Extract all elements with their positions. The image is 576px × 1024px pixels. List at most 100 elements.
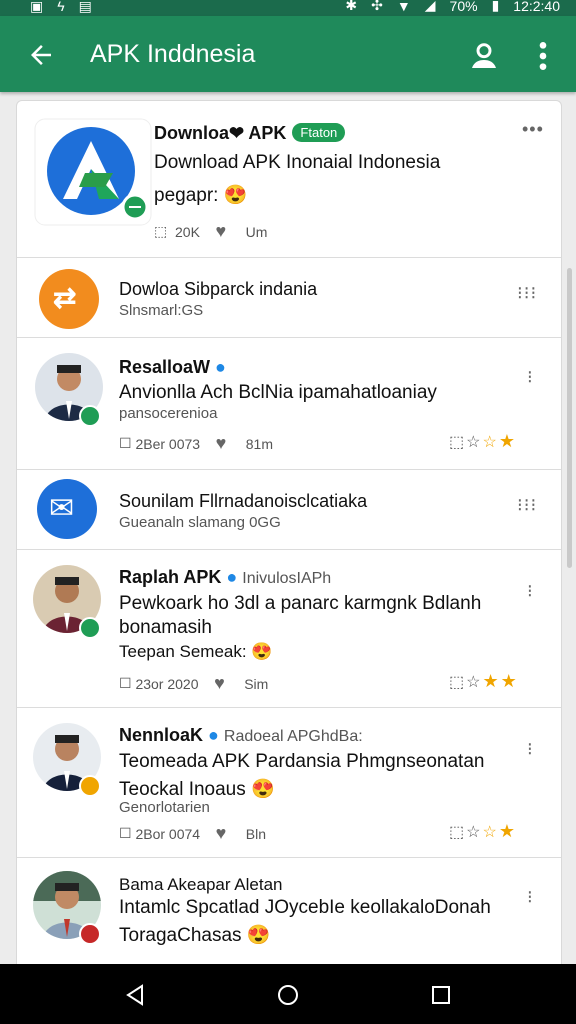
system-nav-bar <box>0 964 576 1024</box>
list-item[interactable]: ✉ Sounilam Fllrnadanoisclcatiaka Gueanal… <box>17 469 561 550</box>
vibrate-icon: ✣ <box>371 0 383 13</box>
more-icon[interactable]: ⁝ <box>527 367 534 388</box>
more-vert-icon[interactable] <box>534 40 552 72</box>
more-grid-icon[interactable]: ⁝⁝⁝ <box>517 495 537 516</box>
item-subtitle: Genorlotarien <box>119 799 210 816</box>
notification-icon: ▣ <box>30 0 44 14</box>
item-text-2: bonamasih <box>119 617 212 638</box>
like-icon[interactable]: ⬚ <box>154 223 167 240</box>
item-meta: ⬚ 20K ♥ Um <box>154 221 268 242</box>
mail-icon: ✉ <box>49 492 75 525</box>
more-icon[interactable]: ⁝ <box>527 887 534 908</box>
online-badge <box>79 617 101 639</box>
item-text: Intamlc Spcatlad JOycebIe keollakaloDona… <box>119 897 491 918</box>
item-handle: Radoeal APGhdBa: <box>223 728 363 745</box>
emoji-icon: 😍 <box>246 925 271 946</box>
star-icon[interactable]: ☆ <box>466 432 480 452</box>
item-author: Raplah APK ● InivulosIAPh <box>119 567 332 587</box>
status-badge <box>79 923 101 945</box>
item-handle: InivulosIAPh <box>242 570 332 587</box>
comment-icon[interactable]: ☐ <box>119 675 132 692</box>
bluetooth-icon: ✱ <box>345 0 358 13</box>
item-text: Anvionlla Ach BclNia ipamahatloaniay <box>119 382 437 403</box>
item-text-3: Teepan Semeak: 😍 <box>119 642 273 661</box>
item-text: Pewkoark ho 3dl a panarc karmgnk Bdlanh <box>119 593 482 614</box>
station-badge: Ftaton <box>292 123 346 142</box>
bookmark-icon[interactable]: ⬚ <box>449 672 464 692</box>
more-grid-icon[interactable]: ⁝⁝⁝ <box>517 283 537 304</box>
item-author: ResalloaW ● <box>119 357 226 377</box>
account-icon[interactable] <box>468 40 500 72</box>
list-item[interactable]: Bama Akeapar Aletan Intamlc Spcatlad JOy… <box>17 857 561 965</box>
status-bar: ▣ ϟ ▤ ✱ ✣ ▼ ◢ 70% ▮ 12:2:40 <box>0 0 576 16</box>
item-text: Teomeada APK Pardansia Phmgnseonatan <box>119 751 485 772</box>
nav-home-icon[interactable] <box>277 984 299 1006</box>
star-icon[interactable]: ★ <box>499 821 515 842</box>
emoji-icon: 😍 <box>251 642 273 661</box>
refresh-icon: ⇄ <box>53 282 77 313</box>
verified-icon: ● <box>208 725 219 745</box>
emoji-icon: 😍 <box>251 779 275 800</box>
item-text-2: ToragaChasas 😍 <box>119 925 271 946</box>
app-bar: APK Inddnesia <box>0 16 576 92</box>
back-arrow-icon[interactable] <box>26 40 56 70</box>
star-icon[interactable]: ★ <box>482 671 498 692</box>
star-icon[interactable]: ☆ <box>482 432 496 452</box>
item-title: Sounilam Fllrnadanoisclcatiaka <box>119 491 368 511</box>
star-icon[interactable]: ☆ <box>482 822 496 842</box>
app-title: APK Inddnesia <box>90 40 256 68</box>
item-title: Dowloa Sibparck indania <box>119 279 318 299</box>
star-icon[interactable]: ☆ <box>466 672 480 692</box>
feed-list: Downloa❤ APK Ftaton Download APK Inonaial… <box>16 100 562 966</box>
star-icon[interactable]: ★ <box>501 671 517 692</box>
bookmark-icon[interactable]: ⬚ <box>449 432 464 452</box>
list-item[interactable]: ResalloaW ● Anvionlla Ach BclNia ipamaha… <box>17 337 561 470</box>
heart-icon[interactable]: ♥ <box>216 823 227 844</box>
heart-icon[interactable]: ♥ <box>216 433 227 454</box>
star-icon[interactable]: ☆ <box>466 822 480 842</box>
item-meta: ☐ 23or 2020 ♥ Sim <box>119 673 269 694</box>
rating[interactable]: ⬚ ☆ ☆ ★ <box>449 821 515 842</box>
rating[interactable]: ⬚ ☆ ☆ ★ <box>449 431 515 452</box>
list-item[interactable]: Downloa❤ APK Ftaton Download APK Inonaial… <box>17 101 561 258</box>
heart-icon[interactable]: ♥ <box>214 673 225 694</box>
comment-icon[interactable]: ☐ <box>119 825 132 842</box>
item-subtitle: Gueanaln slamang 0GG <box>119 514 281 531</box>
item-text-2: Teockal Inoaus 😍 <box>119 779 275 800</box>
wifi-icon: ▼ <box>396 0 411 14</box>
more-horiz-icon[interactable]: ••• <box>522 119 544 140</box>
item-subtitle: pansocerenioa <box>119 405 218 422</box>
battery-percent: 70% <box>449 0 478 14</box>
item-text: Download APK Inonaial Indonesia <box>154 152 441 173</box>
item-meta: ☐ 2Ber 0073 ♥ 81m <box>119 433 273 454</box>
more-icon[interactable]: ⁝ <box>527 739 534 760</box>
app-icon: ✉ <box>37 479 97 539</box>
item-author: Bama Akeapar Aletan <box>119 875 283 894</box>
nav-back-icon[interactable] <box>124 984 146 1006</box>
rating[interactable]: ⬚ ☆ ★ ★ <box>449 671 517 692</box>
nav-recents-icon[interactable] <box>431 985 451 1005</box>
list-item[interactable]: ⇄ Dowloa Sibparck indania Slnsmarl:GS ⁝⁝… <box>17 257 561 338</box>
list-item[interactable]: NennloaK ● Radoeal APGhdBa: Teomeada APK… <box>17 707 561 858</box>
scrollbar[interactable] <box>567 268 572 568</box>
verified-icon: ● <box>226 567 238 587</box>
emoji-icon: 😍 <box>223 185 248 206</box>
item-text-2: pegapr: 😍 <box>154 185 248 206</box>
star-icon[interactable]: ★ <box>499 431 515 452</box>
app-icon: ⇄ <box>39 269 99 329</box>
image-icon: ▤ <box>78 0 92 14</box>
battery-icon: ▮ <box>491 0 500 13</box>
clock: 12:2:40 <box>513 0 560 14</box>
sync-icon: ϟ <box>57 0 65 14</box>
comment-icon[interactable]: ☐ <box>119 435 132 452</box>
status-badge <box>79 775 101 797</box>
online-badge <box>79 405 101 427</box>
heart-icon[interactable]: ♥ <box>216 221 227 242</box>
more-icon[interactable]: ⁝ <box>527 581 534 602</box>
bookmark-icon[interactable]: ⬚ <box>449 822 464 842</box>
item-author: NennloaK ● Radoeal APGhdBa: <box>119 725 363 745</box>
apk-app-logo <box>34 118 152 226</box>
item-meta: ☐ 2Bor 0074 ♥ Bln <box>119 823 266 844</box>
verified-icon: ● <box>215 357 226 377</box>
list-item[interactable]: Raplah APK ● InivulosIAPh Pewkoark ho 3d… <box>17 549 561 708</box>
